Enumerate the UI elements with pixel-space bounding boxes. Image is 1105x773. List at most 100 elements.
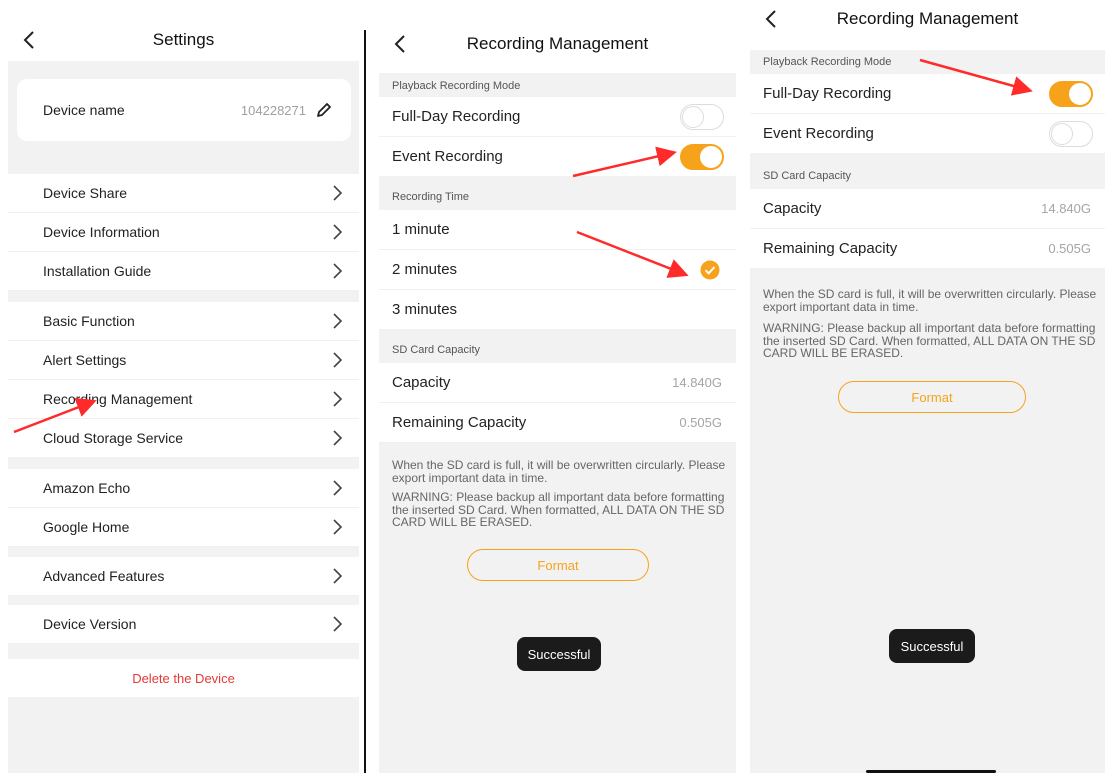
event-recording-label: Event Recording xyxy=(763,125,874,142)
remaining-capacity-row: Remaining Capacity 0.505G xyxy=(750,229,1105,269)
chevron-right-icon xyxy=(333,263,343,279)
toggle-knob xyxy=(700,145,722,168)
capacity-value: 14.840G xyxy=(672,375,722,390)
chevron-left-icon xyxy=(765,10,776,28)
back-button[interactable] xyxy=(758,6,784,32)
delete-device-button[interactable]: Delete the Device xyxy=(8,659,359,697)
settings-item-label: Amazon Echo xyxy=(43,480,131,496)
settings-item-basic-function[interactable]: Basic Function xyxy=(8,302,359,341)
settings-screen: Settings Device name 104228271 Device Sh… xyxy=(8,0,359,773)
chevron-left-icon xyxy=(394,35,405,53)
settings-item-label: Device Share xyxy=(43,185,128,201)
capacity-label: Capacity xyxy=(392,374,451,391)
time-option-label: 3 minutes xyxy=(392,301,458,318)
capacity-row: Capacity 14.840G xyxy=(379,363,736,403)
remaining-capacity-value: 0.505G xyxy=(679,415,722,430)
full-day-recording-row: Full-Day Recording xyxy=(750,74,1105,114)
settings-item-label: Cloud Storage Service xyxy=(43,430,184,446)
settings-item-amazon-echo[interactable]: Amazon Echo xyxy=(8,469,359,508)
toggle-knob xyxy=(1051,122,1073,145)
settings-item-installation-guide[interactable]: Installation Guide xyxy=(8,252,359,291)
overwrite-note: When the SD card is full, it will be ove… xyxy=(763,287,1097,314)
remaining-capacity-label: Remaining Capacity xyxy=(763,240,898,257)
capacity-label: Capacity xyxy=(763,200,822,217)
event-recording-row: Event Recording xyxy=(379,137,736,177)
recording-management-screen-full-day: Recording Management Playback Recording … xyxy=(750,0,1105,773)
recording-management-screen-event: Recording Management Playback Recording … xyxy=(379,0,736,773)
back-button[interactable] xyxy=(16,27,42,53)
format-warning: WARNING: Please backup all important dat… xyxy=(763,321,1096,360)
settings-item-label: Advanced Features xyxy=(43,568,165,584)
event-recording-toggle[interactable] xyxy=(1049,120,1093,147)
page-title: Recording Management xyxy=(836,9,1019,28)
remaining-capacity-value: 0.505G xyxy=(1048,241,1091,256)
section-header-mode: Playback Recording Mode xyxy=(392,80,521,92)
section-header-sd: SD Card Capacity xyxy=(392,344,481,356)
screenshot-divider xyxy=(364,30,366,773)
overwrite-note: When the SD card is full, it will be ove… xyxy=(392,458,726,485)
settings-item-google-home[interactable]: Google Home xyxy=(8,508,359,547)
full-day-recording-row: Full-Day Recording xyxy=(379,97,736,137)
chevron-right-icon xyxy=(333,313,343,329)
device-name-value: 104228271 xyxy=(240,102,306,118)
settings-item-advanced-features[interactable]: Advanced Features xyxy=(8,557,359,596)
check-circle-icon xyxy=(700,260,720,279)
full-day-recording-toggle[interactable] xyxy=(680,103,724,130)
remaining-capacity-row: Remaining Capacity 0.505G xyxy=(379,403,736,443)
settings-item-label: Google Home xyxy=(43,519,130,535)
section-header-time: Recording Time xyxy=(392,191,470,203)
settings-item-device-share[interactable]: Device Share xyxy=(8,174,359,213)
device-name-label: Device name xyxy=(43,102,125,118)
settings-item-cloud-storage-service[interactable]: Cloud Storage Service xyxy=(8,419,359,458)
remaining-capacity-label: Remaining Capacity xyxy=(392,414,527,431)
success-toast: Successful xyxy=(889,629,975,663)
settings-item-label: Device Information xyxy=(43,224,160,240)
settings-header: Settings xyxy=(8,15,359,65)
settings-item-device-version[interactable]: Device Version xyxy=(8,605,359,644)
format-button[interactable]: Format xyxy=(838,381,1026,413)
pencil-icon[interactable] xyxy=(315,101,333,119)
settings-item-label: Device Version xyxy=(43,616,137,632)
time-option-1-minute[interactable]: 1 minute xyxy=(379,210,736,250)
chevron-right-icon xyxy=(333,430,343,446)
chevron-left-icon xyxy=(23,31,34,49)
settings-item-label: Installation Guide xyxy=(43,263,152,279)
page-title: Settings xyxy=(152,30,215,49)
toggle-knob xyxy=(682,105,704,128)
settings-item-recording-management[interactable]: Recording Management xyxy=(8,380,359,419)
device-name-card[interactable]: Device name 104228271 xyxy=(17,79,351,141)
format-button[interactable]: Format xyxy=(467,549,649,581)
back-button[interactable] xyxy=(387,31,413,57)
chevron-right-icon xyxy=(333,224,343,240)
time-option-2-minutes[interactable]: 2 minutes xyxy=(379,250,736,290)
time-option-label: 1 minute xyxy=(392,221,450,238)
time-option-3-minutes[interactable]: 3 minutes xyxy=(379,290,736,330)
event-recording-toggle[interactable] xyxy=(680,143,724,170)
recording-header: Recording Management xyxy=(379,19,736,69)
time-option-label: 2 minutes xyxy=(392,261,458,278)
chevron-right-icon xyxy=(333,391,343,407)
chevron-right-icon xyxy=(333,519,343,535)
settings-item-alert-settings[interactable]: Alert Settings xyxy=(8,341,359,380)
chevron-right-icon xyxy=(333,616,343,632)
chevron-right-icon xyxy=(333,352,343,368)
capacity-row: Capacity 14.840G xyxy=(750,189,1105,229)
full-day-recording-label: Full-Day Recording xyxy=(392,108,521,125)
format-warning: WARNING: Please backup all important dat… xyxy=(392,490,725,529)
event-recording-label: Event Recording xyxy=(392,148,503,165)
toggle-knob xyxy=(1069,82,1091,105)
settings-item-label: Alert Settings xyxy=(43,352,127,368)
recording-header: Recording Management xyxy=(750,0,1105,44)
settings-item-label: Basic Function xyxy=(43,313,135,329)
section-header-sd: SD Card Capacity xyxy=(763,170,852,182)
settings-item-device-information[interactable]: Device Information xyxy=(8,213,359,252)
success-toast: Successful xyxy=(517,637,601,671)
capacity-value: 14.840G xyxy=(1041,201,1091,216)
event-recording-row: Event Recording xyxy=(750,114,1105,154)
chevron-right-icon xyxy=(333,185,343,201)
full-day-recording-toggle[interactable] xyxy=(1049,80,1093,107)
section-header-mode: Playback Recording Mode xyxy=(763,56,892,68)
chevron-right-icon xyxy=(333,568,343,584)
settings-item-label: Recording Management xyxy=(43,391,193,407)
page-title: Recording Management xyxy=(466,34,649,53)
